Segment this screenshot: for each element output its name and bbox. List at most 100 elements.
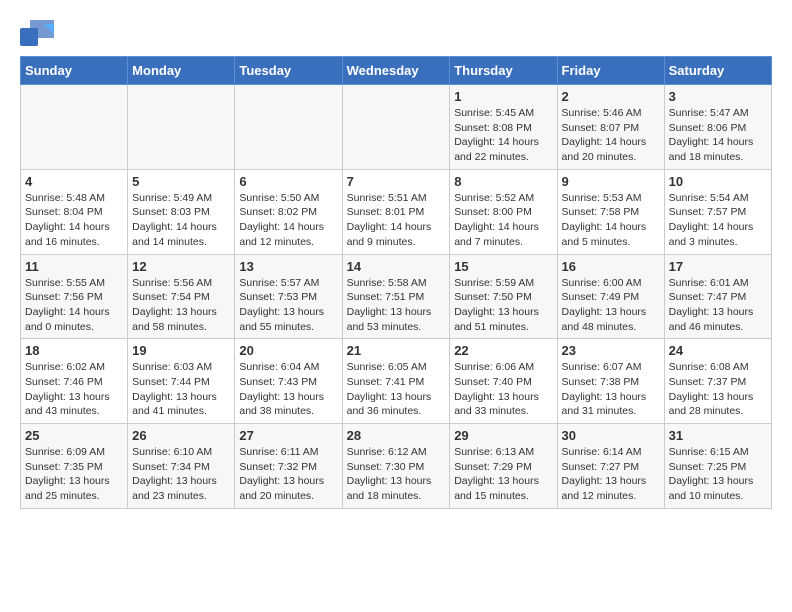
calendar-cell: 27Sunrise: 6:11 AM Sunset: 7:32 PM Dayli… bbox=[235, 424, 342, 509]
day-of-week-header: Saturday bbox=[664, 57, 771, 85]
calendar-cell: 3 Sunrise: 5:47 AM Sunset: 8:06 PM Daylig… bbox=[664, 85, 771, 170]
day-info: Sunrise: 6:13 AM Sunset: 7:29 PM Dayligh… bbox=[454, 445, 552, 504]
page-header bbox=[20, 20, 772, 46]
calendar-cell: 20 Sunrise: 6:04 AM Sunset: 7:43 PM Dayli… bbox=[235, 339, 342, 424]
day-info: Sunrise: 5:58 AM Sunset: 7:51 PM Dayligh… bbox=[347, 276, 446, 335]
calendar-cell: 22 Sunrise: 6:06 AM Sunset: 7:40 PM Dayli… bbox=[450, 339, 557, 424]
calendar-cell: 9Sunrise: 5:53 AM Sunset: 7:58 PM Daylig… bbox=[557, 169, 664, 254]
calendar-cell: 16Sunrise: 6:00 AM Sunset: 7:49 PM Dayli… bbox=[557, 254, 664, 339]
day-info: Sunrise: 6:04 AM Sunset: 7:43 PM Dayligh… bbox=[239, 360, 337, 419]
calendar-cell: 15 Sunrise: 5:59 AM Sunset: 7:50 PM Dayli… bbox=[450, 254, 557, 339]
day-number: 31 bbox=[669, 428, 767, 443]
day-info: Sunrise: 5:57 AM Sunset: 7:53 PM Dayligh… bbox=[239, 276, 337, 335]
day-of-week-header: Tuesday bbox=[235, 57, 342, 85]
calendar-cell: 30Sunrise: 6:14 AM Sunset: 7:27 PM Dayli… bbox=[557, 424, 664, 509]
day-info: Sunrise: 5:50 AM Sunset: 8:02 PM Dayligh… bbox=[239, 191, 337, 250]
calendar-header-row: SundayMondayTuesdayWednesdayThursdayFrid… bbox=[21, 57, 772, 85]
day-info: Sunrise: 5:53 AM Sunset: 7:58 PM Dayligh… bbox=[562, 191, 660, 250]
calendar-week-row: 11 Sunrise: 5:55 AM Sunset: 7:56 PM Dayli… bbox=[21, 254, 772, 339]
calendar-cell: 23 Sunrise: 6:07 AM Sunset: 7:38 PM Dayli… bbox=[557, 339, 664, 424]
day-info: Sunrise: 6:07 AM Sunset: 7:38 PM Dayligh… bbox=[562, 360, 660, 419]
day-info: Sunrise: 5:55 AM Sunset: 7:56 PM Dayligh… bbox=[25, 276, 123, 335]
day-info: Sunrise: 6:01 AM Sunset: 7:47 PM Dayligh… bbox=[669, 276, 767, 335]
day-info: Sunrise: 5:46 AM Sunset: 8:07 PM Dayligh… bbox=[562, 106, 660, 165]
day-number: 23 bbox=[562, 343, 660, 358]
day-number: 25 bbox=[25, 428, 123, 443]
calendar-cell: 11 Sunrise: 5:55 AM Sunset: 7:56 PM Dayli… bbox=[21, 254, 128, 339]
calendar-cell: 31 Sunrise: 6:15 AM Sunset: 7:25 PM Dayli… bbox=[664, 424, 771, 509]
day-info: Sunrise: 6:12 AM Sunset: 7:30 PM Dayligh… bbox=[347, 445, 446, 504]
calendar-cell bbox=[235, 85, 342, 170]
calendar-cell: 4 Sunrise: 5:48 AM Sunset: 8:04 PM Daylig… bbox=[21, 169, 128, 254]
calendar-week-row: 1 Sunrise: 5:45 AM Sunset: 8:08 PM Daylig… bbox=[21, 85, 772, 170]
calendar-cell: 10 Sunrise: 5:54 AM Sunset: 7:57 PM Dayli… bbox=[664, 169, 771, 254]
day-number: 11 bbox=[25, 259, 123, 274]
day-info: Sunrise: 5:47 AM Sunset: 8:06 PM Dayligh… bbox=[669, 106, 767, 165]
calendar-cell: 26 Sunrise: 6:10 AM Sunset: 7:34 PM Dayli… bbox=[128, 424, 235, 509]
calendar-cell: 1 Sunrise: 5:45 AM Sunset: 8:08 PM Daylig… bbox=[450, 85, 557, 170]
day-number: 26 bbox=[132, 428, 230, 443]
day-info: Sunrise: 6:15 AM Sunset: 7:25 PM Dayligh… bbox=[669, 445, 767, 504]
day-number: 30 bbox=[562, 428, 660, 443]
day-info: Sunrise: 6:10 AM Sunset: 7:34 PM Dayligh… bbox=[132, 445, 230, 504]
day-number: 7 bbox=[347, 174, 446, 189]
day-info: Sunrise: 6:02 AM Sunset: 7:46 PM Dayligh… bbox=[25, 360, 123, 419]
day-info: Sunrise: 5:49 AM Sunset: 8:03 PM Dayligh… bbox=[132, 191, 230, 250]
calendar-body: 1 Sunrise: 5:45 AM Sunset: 8:08 PM Daylig… bbox=[21, 85, 772, 509]
day-info: Sunrise: 5:59 AM Sunset: 7:50 PM Dayligh… bbox=[454, 276, 552, 335]
calendar-cell: 2 Sunrise: 5:46 AM Sunset: 8:07 PM Daylig… bbox=[557, 85, 664, 170]
calendar-cell: 8 Sunrise: 5:52 AM Sunset: 8:00 PM Daylig… bbox=[450, 169, 557, 254]
day-number: 12 bbox=[132, 259, 230, 274]
day-info: Sunrise: 5:51 AM Sunset: 8:01 PM Dayligh… bbox=[347, 191, 446, 250]
day-number: 19 bbox=[132, 343, 230, 358]
calendar-cell: 21 Sunrise: 6:05 AM Sunset: 7:41 PM Dayli… bbox=[342, 339, 450, 424]
day-number: 18 bbox=[25, 343, 123, 358]
calendar-cell: 18 Sunrise: 6:02 AM Sunset: 7:46 PM Dayli… bbox=[21, 339, 128, 424]
day-info: Sunrise: 6:11 AM Sunset: 7:32 PM Dayligh… bbox=[239, 445, 337, 504]
day-of-week-header: Wednesday bbox=[342, 57, 450, 85]
day-info: Sunrise: 5:52 AM Sunset: 8:00 PM Dayligh… bbox=[454, 191, 552, 250]
day-number: 5 bbox=[132, 174, 230, 189]
calendar-cell: 29 Sunrise: 6:13 AM Sunset: 7:29 PM Dayli… bbox=[450, 424, 557, 509]
day-info: Sunrise: 6:08 AM Sunset: 7:37 PM Dayligh… bbox=[669, 360, 767, 419]
calendar-week-row: 25Sunrise: 6:09 AM Sunset: 7:35 PM Dayli… bbox=[21, 424, 772, 509]
day-info: Sunrise: 6:06 AM Sunset: 7:40 PM Dayligh… bbox=[454, 360, 552, 419]
day-info: Sunrise: 6:05 AM Sunset: 7:41 PM Dayligh… bbox=[347, 360, 446, 419]
day-info: Sunrise: 5:54 AM Sunset: 7:57 PM Dayligh… bbox=[669, 191, 767, 250]
calendar-week-row: 18 Sunrise: 6:02 AM Sunset: 7:46 PM Dayli… bbox=[21, 339, 772, 424]
day-number: 24 bbox=[669, 343, 767, 358]
day-info: Sunrise: 5:48 AM Sunset: 8:04 PM Dayligh… bbox=[25, 191, 123, 250]
day-info: Sunrise: 5:56 AM Sunset: 7:54 PM Dayligh… bbox=[132, 276, 230, 335]
day-number: 22 bbox=[454, 343, 552, 358]
day-number: 29 bbox=[454, 428, 552, 443]
calendar-cell: 6Sunrise: 5:50 AM Sunset: 8:02 PM Daylig… bbox=[235, 169, 342, 254]
calendar-cell: 28Sunrise: 6:12 AM Sunset: 7:30 PM Dayli… bbox=[342, 424, 450, 509]
day-number: 8 bbox=[454, 174, 552, 189]
day-number: 2 bbox=[562, 89, 660, 104]
day-info: Sunrise: 6:00 AM Sunset: 7:49 PM Dayligh… bbox=[562, 276, 660, 335]
day-number: 3 bbox=[669, 89, 767, 104]
day-number: 21 bbox=[347, 343, 446, 358]
calendar-cell: 7 Sunrise: 5:51 AM Sunset: 8:01 PM Daylig… bbox=[342, 169, 450, 254]
day-number: 10 bbox=[669, 174, 767, 189]
day-of-week-header: Friday bbox=[557, 57, 664, 85]
day-number: 20 bbox=[239, 343, 337, 358]
logo bbox=[20, 20, 58, 46]
calendar-cell bbox=[21, 85, 128, 170]
calendar-cell: 25Sunrise: 6:09 AM Sunset: 7:35 PM Dayli… bbox=[21, 424, 128, 509]
calendar-cell: 5 Sunrise: 5:49 AM Sunset: 8:03 PM Daylig… bbox=[128, 169, 235, 254]
day-of-week-header: Thursday bbox=[450, 57, 557, 85]
day-number: 14 bbox=[347, 259, 446, 274]
day-number: 15 bbox=[454, 259, 552, 274]
day-number: 1 bbox=[454, 89, 552, 104]
calendar-table: SundayMondayTuesdayWednesdayThursdayFrid… bbox=[20, 56, 772, 509]
calendar-cell: 13 Sunrise: 5:57 AM Sunset: 7:53 PM Dayli… bbox=[235, 254, 342, 339]
day-number: 17 bbox=[669, 259, 767, 274]
calendar-cell: 24 Sunrise: 6:08 AM Sunset: 7:37 PM Dayli… bbox=[664, 339, 771, 424]
day-number: 4 bbox=[25, 174, 123, 189]
logo-icon bbox=[20, 20, 54, 46]
day-of-week-header: Monday bbox=[128, 57, 235, 85]
day-info: Sunrise: 5:45 AM Sunset: 8:08 PM Dayligh… bbox=[454, 106, 552, 165]
day-number: 13 bbox=[239, 259, 337, 274]
calendar-cell bbox=[342, 85, 450, 170]
